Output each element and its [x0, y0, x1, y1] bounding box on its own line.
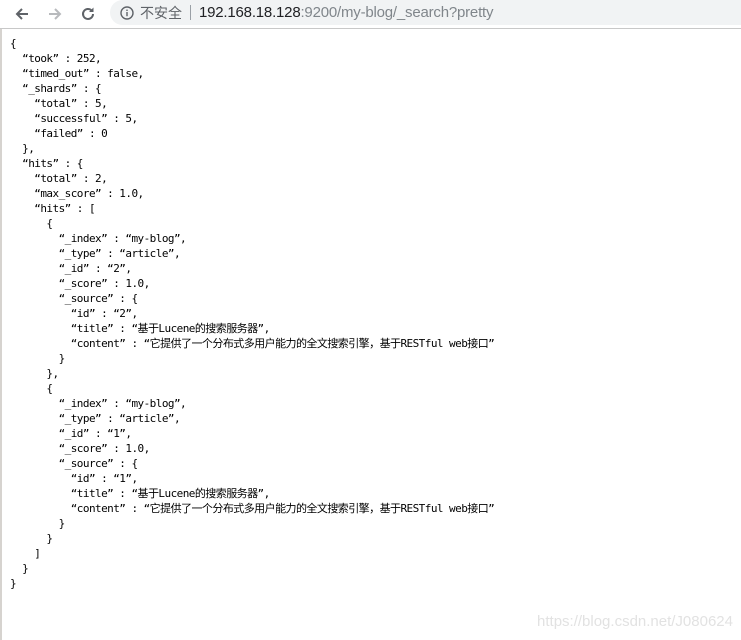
reload-button[interactable] — [76, 2, 100, 26]
reload-icon — [82, 7, 94, 20]
divider — [190, 5, 191, 20]
url-text[interactable]: 192.168.18.128:9200/my-blog/_search?pret… — [199, 4, 494, 21]
arrow-right-icon — [49, 8, 62, 20]
address-bar[interactable]: 不安全 192.168.18.128:9200/my-blog/_search?… — [110, 0, 741, 25]
back-button[interactable] — [10, 2, 34, 26]
url-path: :9200/my-blog/_search?pretty — [300, 4, 494, 21]
json-response-body: { “took” : 252, “timed_out” : false, “_s… — [10, 37, 495, 590]
url-host: 192.168.18.128 — [199, 4, 301, 21]
window-edge — [0, 29, 2, 640]
info-icon[interactable] — [120, 5, 134, 20]
browser-toolbar: 不安全 192.168.18.128:9200/my-blog/_search?… — [0, 0, 741, 29]
forward-button[interactable] — [43, 2, 67, 26]
arrow-left-icon — [15, 8, 28, 20]
security-label: 不安全 — [140, 5, 182, 22]
watermark: https://blog.csdn.net/J080624 — [537, 613, 733, 630]
